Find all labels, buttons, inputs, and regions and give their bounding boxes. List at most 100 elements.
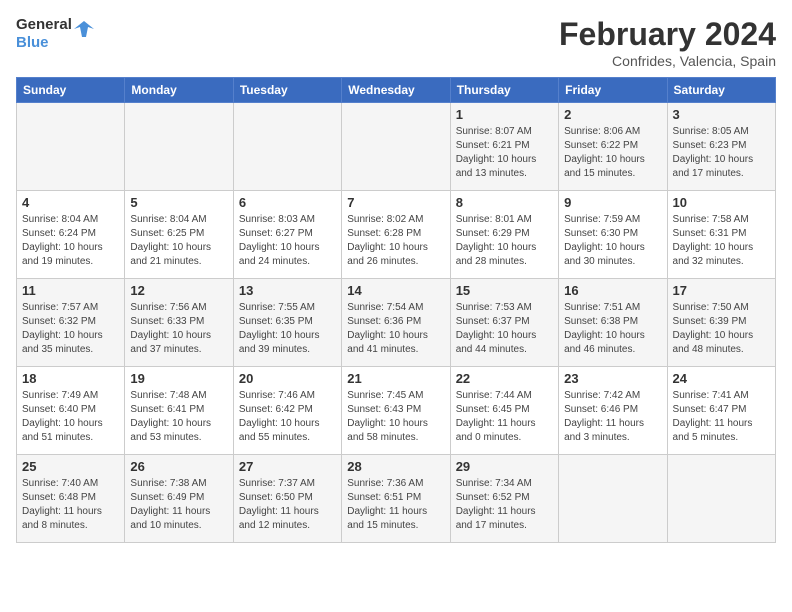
day-info: Sunrise: 7:34 AM Sunset: 6:52 PM Dayligh… [456,477,553,533]
day-info: Sunrise: 7:45 AM Sunset: 6:43 PM Dayligh… [347,389,444,445]
day-info: Sunrise: 8:04 AM Sunset: 6:25 PM Dayligh… [130,213,227,269]
day-info: Sunrise: 7:53 AM Sunset: 6:37 PM Dayligh… [456,301,553,357]
calendar-cell: 29 Sunrise: 7:34 AM Sunset: 6:52 PM Dayli… [450,455,558,543]
calendar-cell: 21 Sunrise: 7:45 AM Sunset: 6:43 PM Dayli… [342,367,450,455]
day-info: Sunrise: 7:55 AM Sunset: 6:35 PM Dayligh… [239,301,336,357]
day-number: 16 [564,283,661,298]
weekday-header-sunday: Sunday [17,78,125,103]
day-number: 10 [673,195,770,210]
calendar-cell: 11 Sunrise: 7:57 AM Sunset: 6:32 PM Dayli… [17,279,125,367]
day-info: Sunrise: 7:48 AM Sunset: 6:41 PM Dayligh… [130,389,227,445]
day-number: 8 [456,195,553,210]
page-header: GeneralBlue February 2024 Confrides, Val… [16,16,776,69]
calendar-cell: 14Sunrise: 7:54 AM Sunset: 6:36 PM Dayli… [342,279,450,367]
calendar-cell: 24 Sunrise: 7:41 AM Sunset: 6:47 PM Dayli… [667,367,775,455]
logo-text: GeneralBlue [16,16,72,52]
calendar-cell: 4 Sunrise: 8:04 AM Sunset: 6:24 PM Daylig… [17,191,125,279]
day-number: 15 [456,283,553,298]
day-info: Sunrise: 8:04 AM Sunset: 6:24 PM Dayligh… [22,213,119,269]
day-info: Sunrise: 7:44 AM Sunset: 6:45 PM Dayligh… [456,389,553,445]
calendar-cell: 1 Sunrise: 8:07 AM Sunset: 6:21 PM Daylig… [450,103,558,191]
day-info: Sunrise: 7:57 AM Sunset: 6:32 PM Dayligh… [22,301,119,357]
day-number: 22 [456,371,553,386]
day-info: Sunrise: 7:46 AM Sunset: 6:42 PM Dayligh… [239,389,336,445]
calendar-table: SundayMondayTuesdayWednesdayThursdayFrid… [16,77,776,543]
day-info: Sunrise: 7:41 AM Sunset: 6:47 PM Dayligh… [673,389,770,445]
day-number: 14 [347,283,444,298]
day-number: 26 [130,459,227,474]
day-number: 24 [673,371,770,386]
day-info: Sunrise: 7:51 AM Sunset: 6:38 PM Dayligh… [564,301,661,357]
day-number: 13 [239,283,336,298]
calendar-cell [125,103,233,191]
location-label: Confrides, Valencia, Spain [559,53,776,69]
calendar-cell: 2 Sunrise: 8:06 AM Sunset: 6:22 PM Daylig… [559,103,667,191]
calendar-cell: 23 Sunrise: 7:42 AM Sunset: 6:46 PM Dayli… [559,367,667,455]
day-number: 29 [456,459,553,474]
calendar-cell: 18 Sunrise: 7:49 AM Sunset: 6:40 PM Dayli… [17,367,125,455]
day-info: Sunrise: 7:59 AM Sunset: 6:30 PM Dayligh… [564,213,661,269]
calendar-cell: 26 Sunrise: 7:38 AM Sunset: 6:49 PM Dayli… [125,455,233,543]
day-number: 20 [239,371,336,386]
calendar-cell [342,103,450,191]
day-number: 11 [22,283,119,298]
day-info: Sunrise: 7:58 AM Sunset: 6:31 PM Dayligh… [673,213,770,269]
calendar-cell: 15 Sunrise: 7:53 AM Sunset: 6:37 PM Dayli… [450,279,558,367]
calendar-cell: 5 Sunrise: 8:04 AM Sunset: 6:25 PM Daylig… [125,191,233,279]
day-number: 12 [130,283,227,298]
calendar-cell: 20 Sunrise: 7:46 AM Sunset: 6:42 PM Dayli… [233,367,341,455]
bird-icon [74,19,94,49]
day-number: 1 [456,107,553,122]
day-number: 3 [673,107,770,122]
day-number: 9 [564,195,661,210]
logo: GeneralBlue [16,16,94,52]
calendar-cell [667,455,775,543]
weekday-header-wednesday: Wednesday [342,78,450,103]
calendar-cell: 13 Sunrise: 7:55 AM Sunset: 6:35 PM Dayli… [233,279,341,367]
calendar-cell: 8 Sunrise: 8:01 AM Sunset: 6:29 PM Daylig… [450,191,558,279]
day-info: Sunrise: 7:49 AM Sunset: 6:40 PM Dayligh… [22,389,119,445]
day-number: 19 [130,371,227,386]
day-info: Sunrise: 8:07 AM Sunset: 6:21 PM Dayligh… [456,125,553,181]
day-info: Sunrise: 7:42 AM Sunset: 6:46 PM Dayligh… [564,389,661,445]
day-number: 4 [22,195,119,210]
calendar-cell: 22 Sunrise: 7:44 AM Sunset: 6:45 PM Dayli… [450,367,558,455]
day-info: Sunrise: 8:02 AM Sunset: 6:28 PM Dayligh… [347,213,444,269]
day-info: Sunrise: 7:40 AM Sunset: 6:48 PM Dayligh… [22,477,119,533]
calendar-cell: 27 Sunrise: 7:37 AM Sunset: 6:50 PM Dayli… [233,455,341,543]
calendar-cell: 6 Sunrise: 8:03 AM Sunset: 6:27 PM Daylig… [233,191,341,279]
weekday-header-tuesday: Tuesday [233,78,341,103]
calendar-cell: 16 Sunrise: 7:51 AM Sunset: 6:38 PM Dayli… [559,279,667,367]
day-number: 25 [22,459,119,474]
weekday-header-saturday: Saturday [667,78,775,103]
day-info: Sunrise: 7:56 AM Sunset: 6:33 PM Dayligh… [130,301,227,357]
calendar-cell: 7 Sunrise: 8:02 AM Sunset: 6:28 PM Daylig… [342,191,450,279]
calendar-cell: 28Sunrise: 7:36 AM Sunset: 6:51 PM Dayli… [342,455,450,543]
calendar-cell [17,103,125,191]
day-number: 23 [564,371,661,386]
calendar-cell: 9 Sunrise: 7:59 AM Sunset: 6:30 PM Daylig… [559,191,667,279]
calendar-cell [233,103,341,191]
calendar-cell: 25 Sunrise: 7:40 AM Sunset: 6:48 PM Dayli… [17,455,125,543]
day-number: 18 [22,371,119,386]
calendar-cell: 19 Sunrise: 7:48 AM Sunset: 6:41 PM Dayli… [125,367,233,455]
day-info: Sunrise: 8:06 AM Sunset: 6:22 PM Dayligh… [564,125,661,181]
calendar-cell: 3Sunrise: 8:05 AM Sunset: 6:23 PM Daylig… [667,103,775,191]
day-number: 17 [673,283,770,298]
day-number: 28 [347,459,444,474]
weekday-header-monday: Monday [125,78,233,103]
day-info: Sunrise: 7:37 AM Sunset: 6:50 PM Dayligh… [239,477,336,533]
day-info: Sunrise: 8:03 AM Sunset: 6:27 PM Dayligh… [239,213,336,269]
day-info: Sunrise: 8:01 AM Sunset: 6:29 PM Dayligh… [456,213,553,269]
day-number: 2 [564,107,661,122]
day-number: 27 [239,459,336,474]
title-block: February 2024 Confrides, Valencia, Spain [559,16,776,69]
day-info: Sunrise: 7:38 AM Sunset: 6:49 PM Dayligh… [130,477,227,533]
day-number: 21 [347,371,444,386]
day-number: 6 [239,195,336,210]
day-number: 7 [347,195,444,210]
logo-container: GeneralBlue [16,16,94,52]
calendar-cell [559,455,667,543]
day-number: 5 [130,195,227,210]
weekday-header-thursday: Thursday [450,78,558,103]
